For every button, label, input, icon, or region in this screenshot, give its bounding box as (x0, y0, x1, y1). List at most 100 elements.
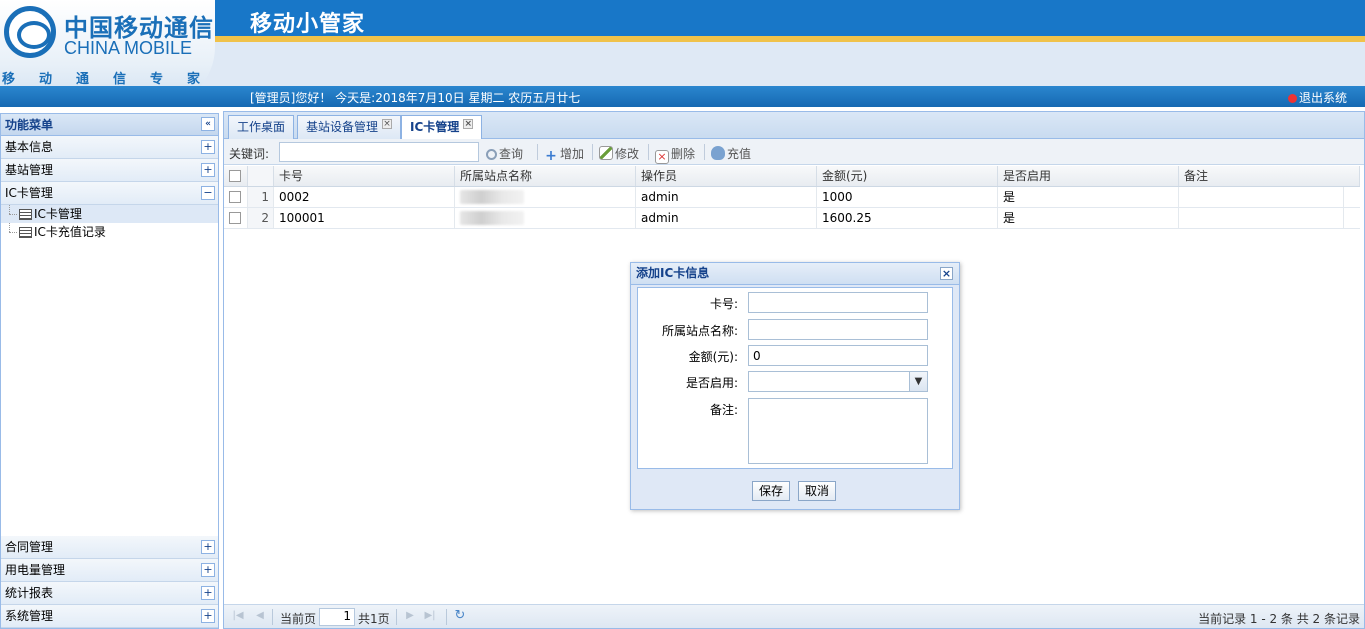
table-row[interactable]: 1 0002 admin 1000 是 (224, 187, 1360, 208)
tab-ic-card-management[interactable]: IC卡管理 × (401, 115, 483, 140)
header-accent-curve (200, 36, 1365, 42)
add-button[interactable]: + 增加 (544, 145, 584, 164)
collapse-sidebar-icon[interactable]: « (201, 117, 215, 131)
add-icon: + (545, 148, 557, 164)
logout-button[interactable]: 退出系统 (1287, 89, 1347, 106)
cancel-button[interactable]: 取消 (798, 481, 837, 501)
cell-note (1179, 187, 1344, 207)
menu-statistics-reports[interactable]: 统计报表 + (1, 582, 218, 605)
search-button[interactable]: 查询 (486, 145, 523, 162)
redacted-site-name (460, 211, 524, 225)
select-all-cell (224, 166, 248, 186)
add-ic-card-dialog: 添加IC卡信息 × 卡号: 所属站点名称: 金额(元): 是否启用: ▼ 备注:… (630, 262, 960, 510)
grid-header-row: 卡号 所属站点名称 操作员 金额(元) 是否启用 备注 (224, 166, 1360, 187)
menu-contract-management[interactable]: 合同管理 + (1, 536, 218, 559)
toolbar-divider (537, 144, 538, 160)
logo-slogan: 移动通信专家 (2, 72, 225, 87)
amount-input[interactable] (748, 345, 928, 366)
row-number: 1 (248, 187, 274, 207)
close-icon[interactable]: × (940, 267, 953, 280)
redacted-site-name (460, 190, 524, 204)
refresh-icon[interactable]: ↻ (454, 609, 466, 622)
last-page-icon[interactable]: ▶| (424, 610, 436, 622)
site-name-input[interactable] (748, 319, 928, 340)
cell-operator: admin (636, 208, 817, 228)
note-textarea[interactable] (748, 398, 928, 464)
dialog-form: 卡号: 所属站点名称: 金额(元): 是否启用: ▼ 备注: (637, 287, 953, 469)
tab-station-equipment[interactable]: 基站设备管理 × (297, 115, 402, 139)
menu-system-management[interactable]: 系统管理 + (1, 605, 218, 628)
first-page-icon[interactable]: |◀ (232, 610, 244, 622)
cell-amount: 1600.25 (817, 208, 998, 228)
menu-label: 基站管理 (5, 163, 54, 177)
column-header-enabled[interactable]: 是否启用 (998, 166, 1179, 186)
edit-button[interactable]: 修改 (599, 145, 639, 162)
tab-workbench[interactable]: 工作桌面 (228, 115, 295, 139)
dialog-title: 添加IC卡信息 (636, 266, 710, 280)
card-no-input[interactable] (748, 292, 928, 313)
menu-ic-card-management[interactable]: IC卡管理 − (1, 182, 218, 205)
column-header-amount[interactable]: 金额(元) (817, 166, 998, 186)
app-title: 移动小管家 (250, 12, 366, 37)
tab-bar: 工作桌面 基站设备管理 × IC卡管理 × (224, 112, 1364, 140)
expand-icon[interactable]: + (201, 609, 215, 623)
menu-label: IC卡管理 (5, 186, 53, 200)
column-header-card-no[interactable]: 卡号 (274, 166, 455, 186)
expand-icon[interactable]: + (201, 586, 215, 600)
close-tab-icon[interactable]: × (463, 119, 474, 129)
rownum-header (248, 166, 274, 186)
dialog-title-bar: 添加IC卡信息 × (631, 263, 959, 285)
pager-divider (396, 609, 397, 625)
recharge-button-label: 充值 (727, 147, 752, 161)
keyword-input[interactable] (279, 142, 479, 162)
money-bag-icon (711, 146, 725, 160)
column-header-operator[interactable]: 操作员 (636, 166, 817, 186)
amount-label: 金额(元): (688, 350, 738, 364)
data-grid: 卡号 所属站点名称 操作员 金额(元) 是否启用 备注 1 0002 admin… (224, 166, 1360, 229)
delete-button[interactable]: × 删除 (655, 145, 695, 164)
toolbar-divider (704, 144, 705, 160)
expand-icon[interactable]: + (201, 563, 215, 577)
site-name-label: 所属站点名称: (661, 324, 738, 338)
recharge-button[interactable]: 充值 (711, 145, 751, 162)
tree-item-ic-card-recharge-records[interactable]: IC卡充值记录 (1, 223, 218, 241)
table-row[interactable]: 2 100001 admin 1600.25 是 (224, 208, 1360, 229)
menu-station-management[interactable]: 基站管理 + (1, 159, 218, 182)
menu-basic-info[interactable]: 基本信息 + (1, 136, 218, 159)
save-button[interactable]: 保存 (752, 481, 791, 501)
expand-icon[interactable]: + (201, 163, 215, 177)
prev-page-icon[interactable]: ◀ (254, 610, 266, 622)
cell-operator: admin (636, 187, 817, 207)
menu-label: 用电量管理 (5, 563, 66, 577)
delete-icon: × (655, 150, 669, 164)
collapse-icon[interactable]: − (201, 186, 215, 200)
row-number: 2 (248, 208, 274, 228)
list-icon (19, 227, 32, 238)
tree-item-ic-card-management[interactable]: IC卡管理 (1, 205, 218, 223)
app-header: 中国移动通信 CHINA MOBILE 移动通信专家 移动小管家 [管理员]您好… (0, 0, 1365, 107)
column-header-site-name[interactable]: 所属站点名称 (455, 166, 636, 186)
chevron-down-icon[interactable]: ▼ (909, 372, 927, 391)
next-page-icon[interactable]: ▶ (404, 610, 416, 622)
sidebar-bottom-menus: 合同管理 + 用电量管理 + 统计报表 + 系统管理 + (1, 536, 218, 628)
current-page-input[interactable]: 1 (319, 608, 355, 626)
note-label: 备注: (709, 403, 738, 417)
row-checkbox[interactable] (229, 212, 241, 224)
close-tab-icon[interactable]: × (382, 119, 393, 129)
enabled-select[interactable]: ▼ (748, 371, 928, 392)
expand-icon[interactable]: + (201, 140, 215, 154)
column-header-note[interactable]: 备注 (1179, 166, 1360, 186)
cell-amount: 1000 (817, 187, 998, 207)
menu-power-usage-management[interactable]: 用电量管理 + (1, 559, 218, 582)
select-all-checkbox[interactable] (229, 170, 241, 182)
toolbar: 关键词: 查询 + 增加 修改 × 删除 充值 (224, 139, 1364, 165)
cell-site-name (455, 208, 636, 228)
edit-button-label: 修改 (615, 147, 640, 161)
sidebar-title: 功能菜单 « (1, 114, 218, 136)
row-select-cell (224, 187, 248, 207)
expand-icon[interactable]: + (201, 540, 215, 554)
tab-label: 基站设备管理 (306, 120, 379, 134)
pagination-bar: |◀ ◀ 当前页 1 共1页 ▶ ▶| ↻ 当前记录 1 - 2 条 共 2 条… (224, 604, 1364, 628)
info-bar (0, 86, 1365, 107)
row-checkbox[interactable] (229, 191, 241, 203)
